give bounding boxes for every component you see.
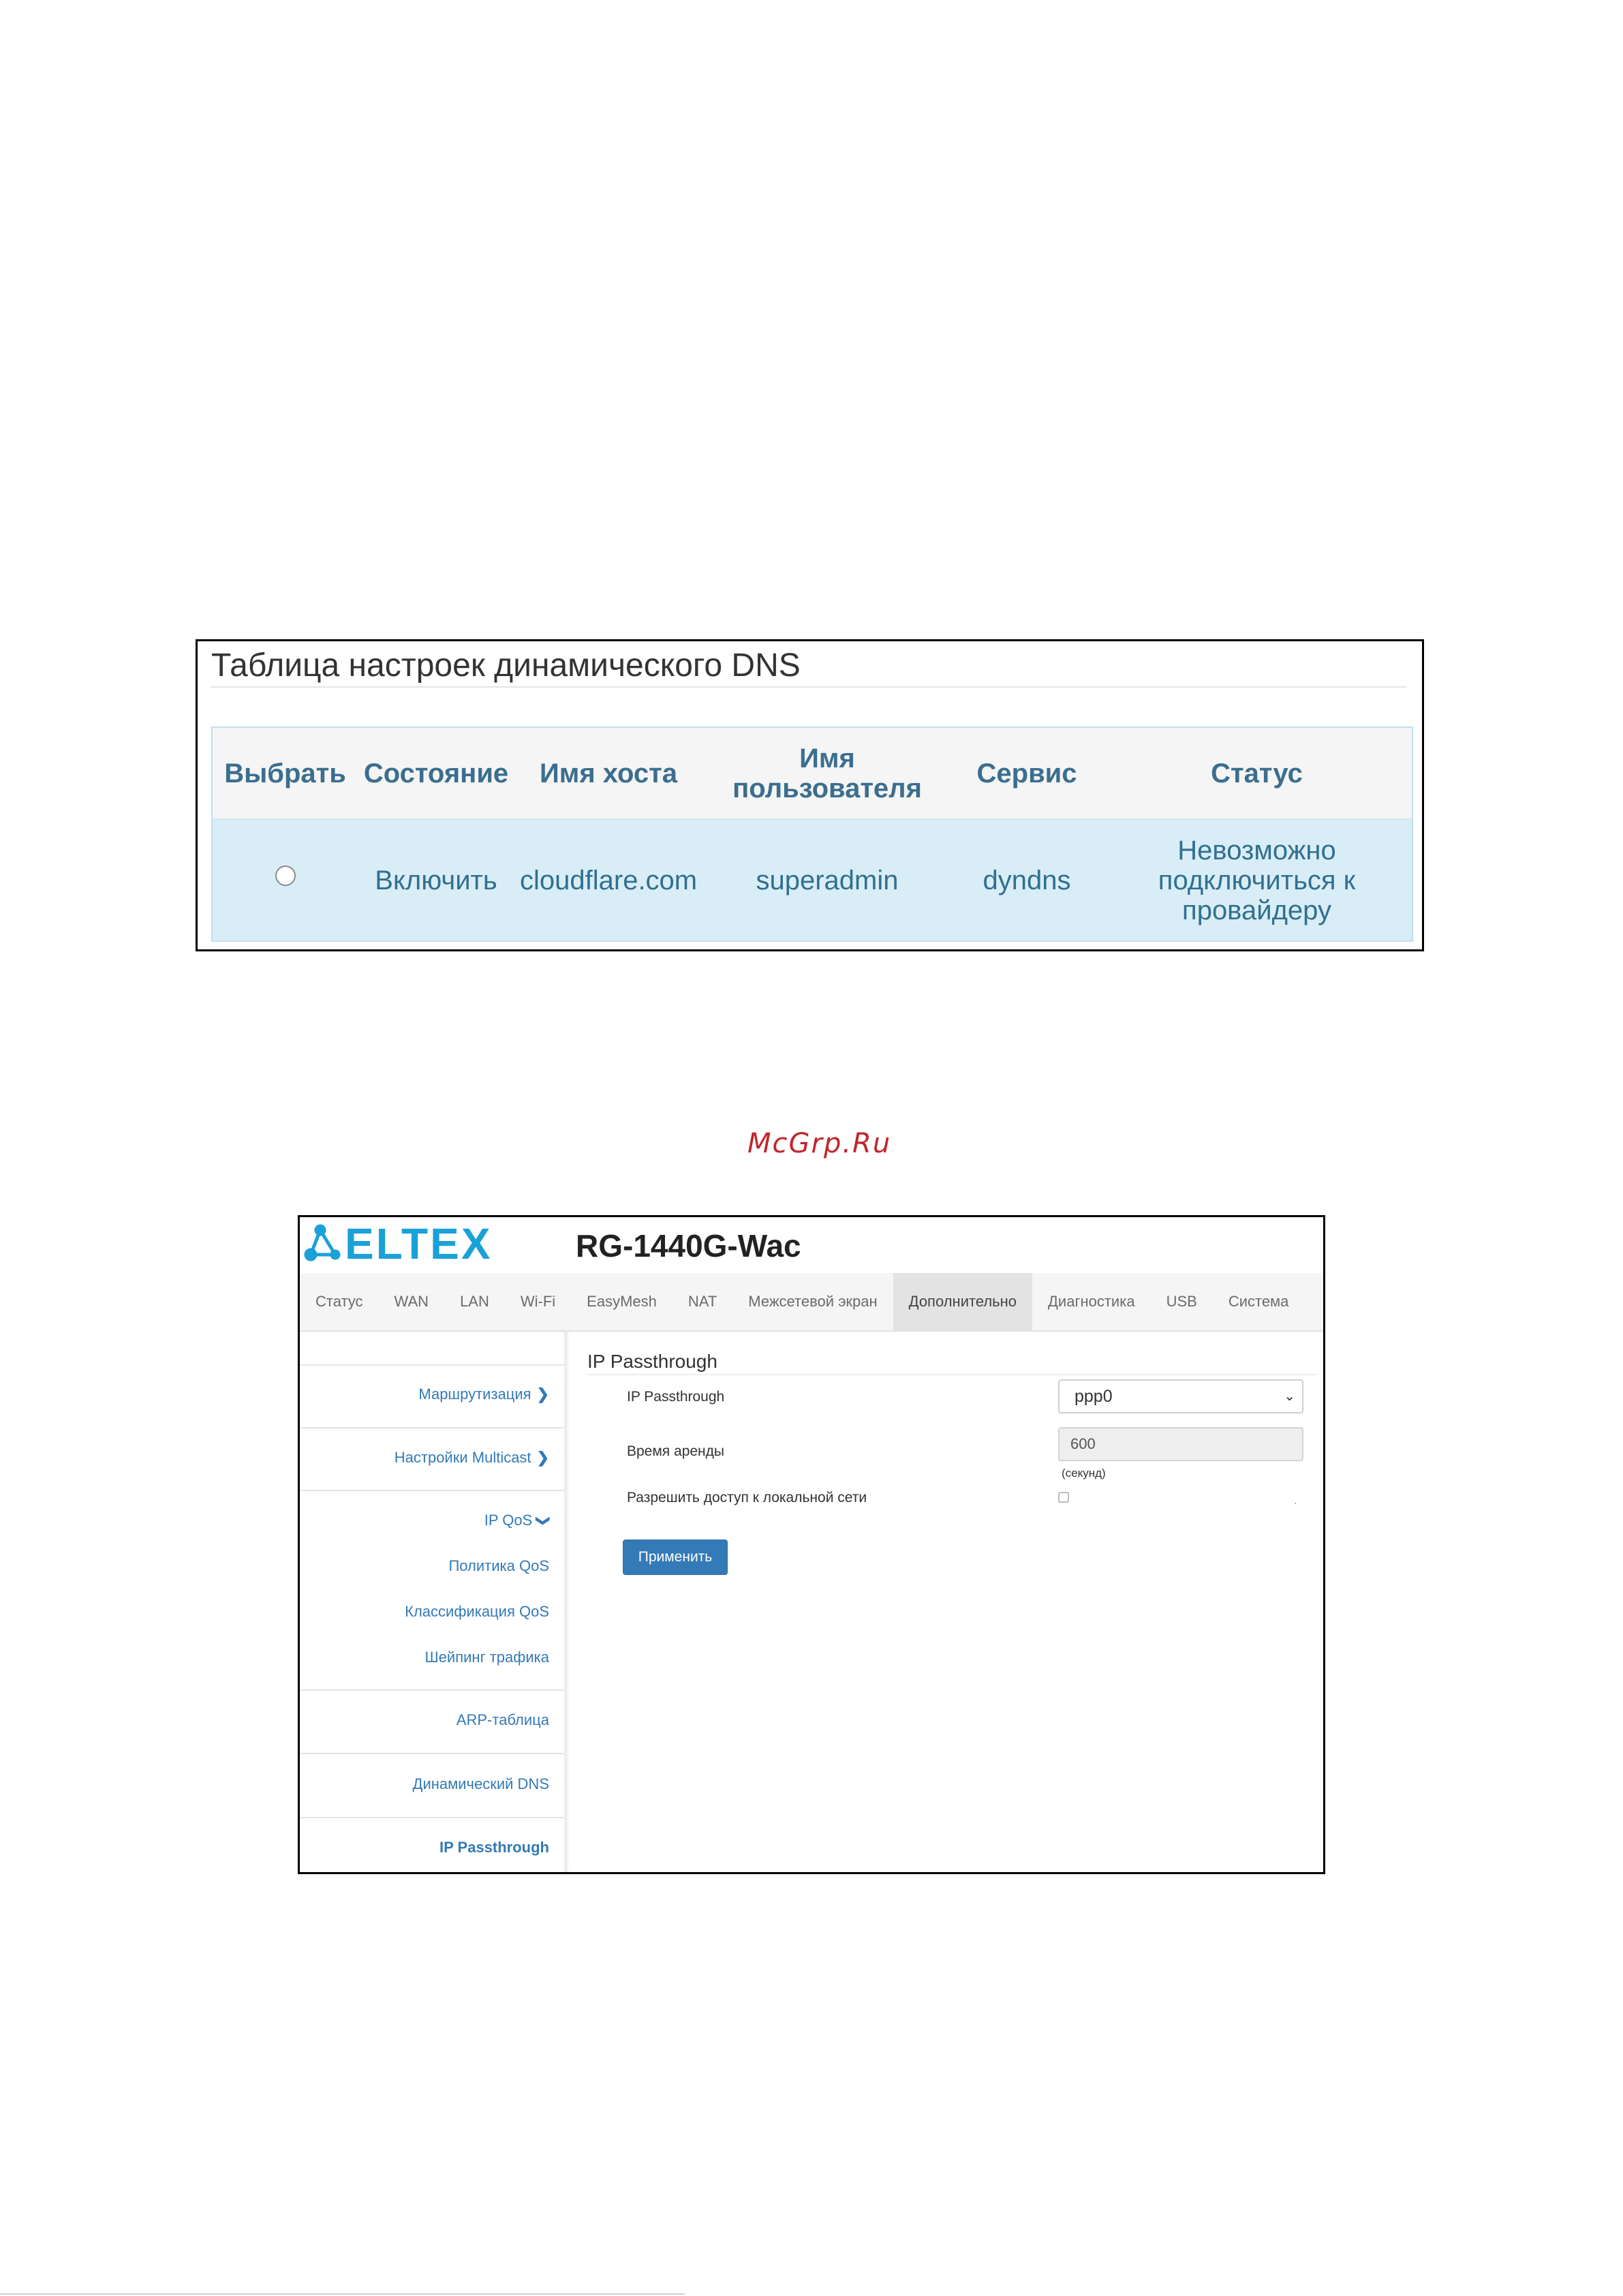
ip-passthrough-select-value: ppp0 <box>1075 1387 1113 1406</box>
sidebar-divider <box>300 1753 564 1754</box>
tab-lan[interactable]: LAN <box>444 1273 505 1330</box>
sidebar-item-label: Настройки Multicast <box>394 1449 531 1466</box>
sidebar-divider <box>300 1427 564 1428</box>
header-username: Имя пользователя <box>702 727 952 820</box>
header-service: Сервис <box>952 727 1102 820</box>
ip-passthrough-label: IP Passthrough <box>627 1389 725 1405</box>
hostname-cell: cloudflare.com <box>514 819 702 941</box>
section-title: IP Passthrough <box>587 1351 1316 1375</box>
ddns-table: Выбрать Состояние Имя хоста Имя пользова… <box>211 726 1413 942</box>
router-header: ELTEX RG-1440G-Wac <box>300 1217 1323 1272</box>
ip-passthrough-select[interactable]: ppp0 ⌄ <box>1058 1379 1303 1413</box>
lan-access-label: Разрешить доступ к локальной сети <box>627 1490 867 1505</box>
lease-time-unit: (секунд) <box>1062 1467 1106 1480</box>
tab-wan[interactable]: WAN <box>379 1273 445 1330</box>
tab-easymesh[interactable]: EasyMesh <box>571 1273 673 1330</box>
header-status: Статус <box>1102 727 1412 820</box>
sidebar-subitem-qos-classification[interactable]: Классификация QoS <box>405 1603 549 1621</box>
status-line3: провайдеру <box>1182 895 1331 925</box>
sidebar-divider <box>300 1689 564 1691</box>
page-bottom-divider <box>0 2293 685 2295</box>
select-cell <box>212 819 358 941</box>
row-select-radio[interactable] <box>275 865 296 886</box>
chevron-down-icon: ⌄ <box>1284 1389 1295 1404</box>
apply-button[interactable]: Применить <box>623 1540 728 1575</box>
header-username-line1: Имя <box>799 743 855 774</box>
sidebar-subitem-qos-policy[interactable]: Политика QoS <box>448 1557 549 1575</box>
sidebar-subitem-traffic-shaping[interactable]: Шейпинг трафика <box>425 1649 549 1666</box>
lease-time-label: Время аренды <box>627 1443 724 1459</box>
lan-access-checkbox[interactable] <box>1058 1492 1069 1503</box>
sidebar-divider <box>300 1364 564 1366</box>
header-state: Состояние <box>358 727 514 820</box>
sidebar-divider <box>300 1490 564 1491</box>
device-model-title: RG-1440G-Wac <box>576 1228 801 1264</box>
header-select: Выбрать <box>212 727 358 820</box>
state-cell: Включить <box>358 819 514 941</box>
sidebar-item-multicast[interactable]: Настройки Multicast ❯ <box>395 1449 549 1467</box>
sidebar-item-dynamic-dns[interactable]: Динамический DNS <box>413 1775 549 1793</box>
tab-wifi[interactable]: Wi-Fi <box>505 1273 571 1330</box>
username-cell: superadmin <box>702 819 952 941</box>
chevron-right-icon: ❯ <box>536 1386 549 1403</box>
lease-time-input[interactable]: 600 <box>1058 1427 1303 1461</box>
chevron-down-icon: ❯ <box>536 1515 551 1527</box>
sidebar-item-arp-table[interactable]: ARP-таблица <box>457 1711 549 1729</box>
header-username-line2: пользователя <box>732 773 922 803</box>
sidebar-item-label: Маршрутизация <box>418 1386 531 1403</box>
router-screenshot: ELTEX RG-1440G-Wac Статус WAN LAN Wi-Fi … <box>298 1215 1325 1874</box>
watermark-text: McGrp.Ru <box>747 1128 892 1159</box>
ddns-header-row: Выбрать Состояние Имя хоста Имя пользова… <box>212 727 1412 820</box>
status-line1: Невозможно <box>1177 835 1336 866</box>
chevron-right-icon: ❯ <box>536 1449 549 1466</box>
sidebar-item-label: IP QoS <box>484 1512 533 1529</box>
tab-status[interactable]: Статус <box>300 1273 379 1330</box>
eltex-logo[interactable]: ELTEX <box>303 1219 507 1268</box>
sidebar-item-ip-passthrough[interactable]: IP Passthrough <box>439 1839 549 1856</box>
sidebar-item-ipqos[interactable]: IP QoS ❯ <box>484 1512 551 1529</box>
ddns-table-title: Таблица настроек динамического DNS <box>211 645 1407 688</box>
sidebar-divider <box>300 1817 564 1818</box>
tab-advanced[interactable]: Дополнительно <box>893 1273 1033 1330</box>
tab-nat[interactable]: NAT <box>673 1273 732 1330</box>
eltex-network-logo-icon: ELTEX <box>304 1219 493 1268</box>
stray-dot: · <box>1294 1497 1297 1508</box>
logo-wordmark: ELTEX <box>345 1221 493 1267</box>
sidebar-item-routing[interactable]: Маршрутизация ❯ <box>418 1386 549 1403</box>
header-hostname: Имя хоста <box>514 727 702 820</box>
sidebar: Маршрутизация ❯ Настройки Multicast ❯ IP Q… <box>300 1332 567 1872</box>
tab-diagnostics[interactable]: Диагностика <box>1032 1273 1151 1330</box>
ddns-screenshot: Таблица настроек динамического DNS Выбра… <box>196 639 1424 951</box>
tab-usb[interactable]: USB <box>1151 1273 1213 1330</box>
tab-firewall[interactable]: Межсетевой экран <box>732 1273 893 1330</box>
service-cell: dyndns <box>952 819 1102 941</box>
status-cell: Невозможно подключиться к провайдеру <box>1102 819 1412 941</box>
top-nav: Статус WAN LAN Wi-Fi EasyMesh NAT Межсет… <box>300 1273 1323 1332</box>
table-row: Включить cloudflare.com superadmin dyndn… <box>212 819 1412 941</box>
tab-system[interactable]: Система <box>1213 1273 1305 1330</box>
status-line2: подключиться к <box>1158 865 1356 896</box>
